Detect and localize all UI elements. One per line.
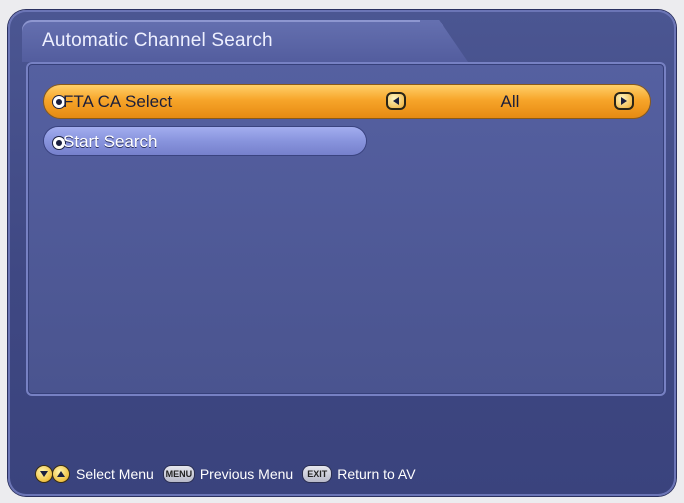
left-arrow-icon[interactable] [386, 92, 406, 110]
footer-hints: Select Menu MENU Previous Menu EXIT Retu… [36, 462, 426, 486]
footer-hint-label: Previous Menu [199, 466, 294, 482]
menu-key-icon: MENU [163, 466, 194, 482]
arrow-right-glyph [621, 97, 627, 105]
footer-hint-label: Select Menu [76, 466, 154, 482]
page-title: Automatic Channel Search [42, 30, 273, 51]
menu-item-value: All [500, 92, 520, 111]
arrow-left-glyph [393, 97, 399, 105]
down-key-icon [36, 466, 52, 482]
right-arrow-icon[interactable] [614, 92, 634, 110]
menu-item-label: FTA CA Select [63, 92, 173, 111]
up-key-icon [53, 466, 69, 482]
footer-hint-label: Return to AV [337, 466, 416, 482]
osd-screen: Automatic Channel Search FTA CA Select A… [0, 0, 684, 503]
exit-key-icon: EXIT [303, 466, 332, 482]
menu-item-label: Start Search [63, 132, 158, 151]
